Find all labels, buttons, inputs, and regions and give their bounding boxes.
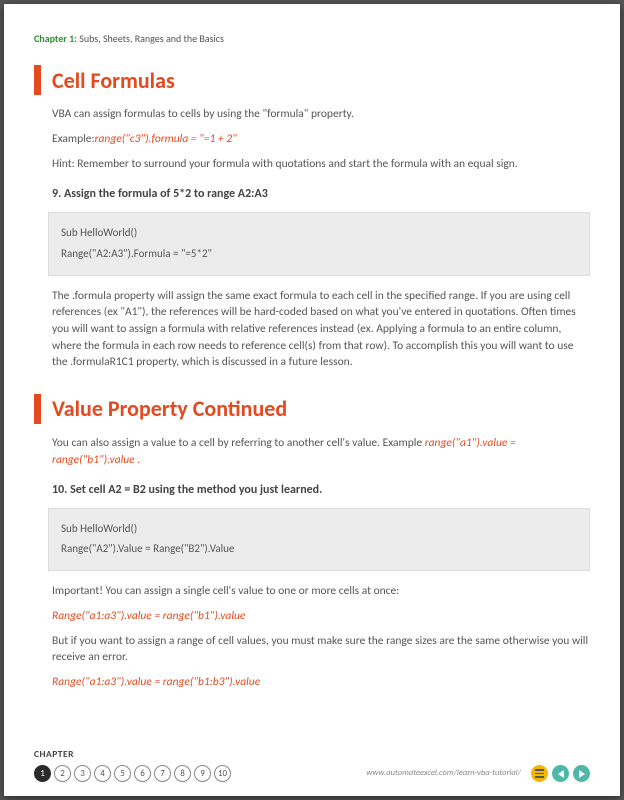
code-line: Sub HelloWorld() <box>61 223 577 244</box>
exercise-prompt: 10. Set cell A2 = B2 using the method yo… <box>52 482 590 499</box>
paragraph: But if you want to assign a range of cel… <box>52 633 590 666</box>
page-dot-7[interactable]: 7 <box>154 765 171 782</box>
paragraph: You can also assign a value to a cell by… <box>52 435 590 468</box>
inline-code: Range("a1:a3").value = range("b1").value <box>52 608 590 625</box>
chevron-left-icon <box>558 770 564 778</box>
code-line: Range("A2:A3").Formula = "=5*2" <box>61 244 577 265</box>
text: You can also assign a value to a cell by… <box>52 436 425 450</box>
inline-code: range("c3").formula = "=1 + 2" <box>95 132 237 146</box>
next-button[interactable] <box>573 765 590 782</box>
paragraph: VBA can assign formulas to cells by usin… <box>52 106 590 123</box>
inline-code: Range("a1:a3").value = range("b1:b3").va… <box>52 674 590 691</box>
heading-accent-bar <box>34 394 41 424</box>
chapter-header: Chapter 1: Subs, Sheets, Ranges and the … <box>34 32 590 47</box>
code-line: Range("A2").Value = Range("B2").Value <box>61 539 577 560</box>
page-dots: 1 2 3 4 5 6 7 8 9 10 <box>34 765 231 782</box>
paragraph: Example:range("c3").formula = "=1 + 2" <box>52 131 590 148</box>
paragraph: Hint: Remember to surround your formula … <box>52 156 590 173</box>
page-dot-6[interactable]: 6 <box>134 765 151 782</box>
chapter-title: Subs, Sheets, Ranges and the Basics <box>79 32 224 45</box>
example-label: Example: <box>52 132 95 146</box>
heading-accent-bar <box>34 65 41 95</box>
page-dot-1[interactable]: 1 <box>34 765 51 782</box>
footer-right-controls: www.automateexcel.com/learn-vba-tutorial… <box>366 765 590 782</box>
page-dot-8[interactable]: 8 <box>174 765 191 782</box>
code-block: Sub HelloWorld() Range("A2").Value = Ran… <box>48 508 590 572</box>
paragraph: Important! You can assign a single cell'… <box>52 583 590 600</box>
chapter-number: Chapter 1: <box>34 32 77 45</box>
section-heading-row: Value Property Continued <box>34 393 590 425</box>
section-cell-formulas: Cell Formulas VBA can assign formulas to… <box>52 65 590 371</box>
paragraph: The .formula property will assign the sa… <box>52 288 590 371</box>
page-dot-9[interactable]: 9 <box>194 765 211 782</box>
code-block: Sub HelloWorld() Range("A2:A3").Formula … <box>48 212 590 276</box>
footer-nav-row: 1 2 3 4 5 6 7 8 9 10 www.automateexcel.c… <box>34 765 590 782</box>
page: Chapter 1: Subs, Sheets, Ranges and the … <box>4 4 620 796</box>
page-dot-10[interactable]: 10 <box>214 765 231 782</box>
section-heading-row: Cell Formulas <box>34 65 590 97</box>
chevron-right-icon <box>579 770 585 778</box>
source-url: www.automateexcel.com/learn-vba-tutorial… <box>366 767 521 779</box>
exercise-prompt: 9. Assign the formula of 5*2 to range A2… <box>52 186 590 203</box>
section-heading: Value Property Continued <box>52 393 287 425</box>
page-footer: CHAPTER 1 2 3 4 5 6 7 8 9 10 www.automat… <box>34 748 590 782</box>
menu-button[interactable] <box>531 765 548 782</box>
code-line: Sub HelloWorld() <box>61 519 577 540</box>
chapter-nav-label: CHAPTER <box>34 748 590 762</box>
page-dot-2[interactable]: 2 <box>54 765 71 782</box>
section-value-property: Value Property Continued You can also as… <box>52 393 590 691</box>
page-dot-5[interactable]: 5 <box>114 765 131 782</box>
section-heading: Cell Formulas <box>52 65 175 97</box>
menu-icon <box>535 769 544 778</box>
prev-button[interactable] <box>552 765 569 782</box>
page-dot-4[interactable]: 4 <box>94 765 111 782</box>
page-dot-3[interactable]: 3 <box>74 765 91 782</box>
